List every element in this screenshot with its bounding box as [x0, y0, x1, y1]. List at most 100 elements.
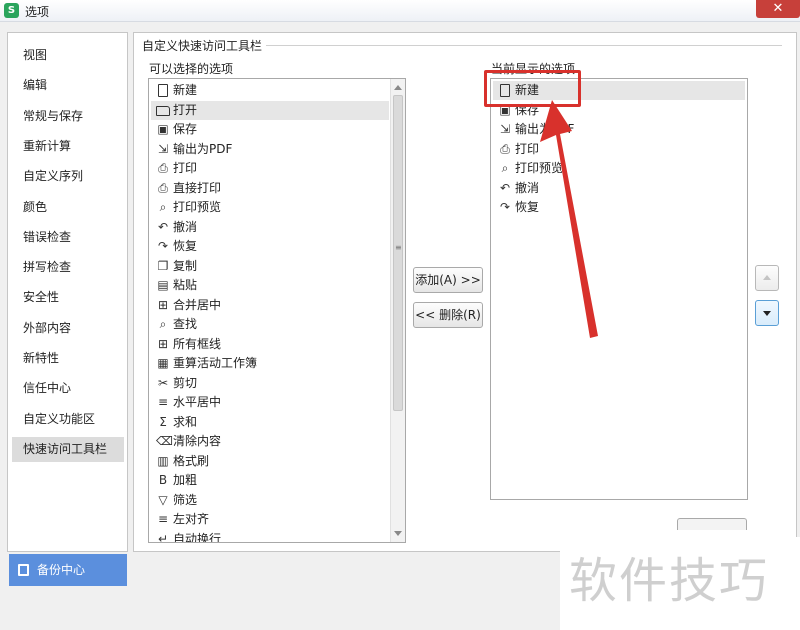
sidebar-item[interactable]: 常规与保存 — [12, 104, 124, 129]
list-item-label: 剪切 — [173, 375, 198, 390]
sidebar-nav: 视图编辑常规与保存重新计算自定义序列颜色错误检查拼写检查安全性外部内容新特性信任… — [7, 32, 128, 552]
sidebar-item[interactable]: 快速访问工具栏 — [12, 436, 124, 462]
format-painter-icon: ▥ — [157, 453, 169, 468]
move-down-button[interactable] — [755, 300, 779, 326]
list-item[interactable]: ✂ 剪切 — [151, 374, 389, 393]
list-item-label: 重算活动工作簿 — [173, 356, 258, 370]
sum-icon: Σ — [159, 414, 167, 429]
list-item-label: 恢复 — [173, 239, 198, 253]
list-item[interactable]: ⎙ 直接打印 — [151, 179, 389, 198]
list-item-label: 水平居中 — [173, 395, 222, 409]
undo-icon: ↶ — [499, 180, 511, 195]
scroll-grip-icon: ≡ — [395, 243, 402, 252]
wps-app-icon: S — [4, 3, 19, 18]
list-item[interactable]: ≡ 水平居中 — [151, 393, 389, 412]
list-item-label: 粘贴 — [173, 278, 198, 292]
list-item[interactable]: ↷ 恢复 — [493, 198, 745, 217]
sidebar-item[interactable]: 自定义功能区 — [12, 407, 124, 432]
list-item[interactable]: ⎙ 打印 — [151, 159, 389, 178]
list-item[interactable]: ⊞ 所有框线 — [151, 335, 389, 354]
list-item-label: 筛选 — [173, 492, 198, 507]
align-center-icon: ≡ — [157, 395, 169, 409]
clear-content-icon: ⌫ — [156, 434, 173, 448]
title-bar: S 选项 ✕ — [0, 0, 800, 22]
all-borders-icon: ⊞ — [157, 336, 169, 351]
backup-center-label: 备份中心 — [37, 563, 86, 577]
list-item[interactable]: ▥ 格式刷 — [151, 452, 389, 471]
sidebar-item[interactable]: 颜色 — [12, 195, 124, 220]
list-item[interactable]: ≡ 左对齐 — [151, 510, 389, 529]
add-button[interactable]: 添加(A) >> — [413, 267, 483, 293]
list-item-label: 打开 — [173, 102, 198, 117]
list-item[interactable]: ▦ 重算活动工作簿 — [151, 354, 389, 373]
paste-icon: ▤ — [157, 278, 169, 292]
copy-icon: ❐ — [157, 258, 169, 273]
sidebar-item[interactable]: 拼写检查 — [12, 255, 124, 280]
list-item[interactable]: ↷ 恢复 — [151, 237, 389, 256]
reset-button[interactable] — [677, 518, 747, 530]
export-pdf-icon: ⇲ — [157, 141, 169, 156]
list-item[interactable]: ⎙ 打印 — [493, 140, 745, 159]
list-item[interactable]: ⇲ 输出为PDF — [493, 120, 745, 139]
list-item[interactable]: ↶ 撤消 — [151, 218, 389, 237]
list-item[interactable]: ▤ 粘贴 — [151, 276, 389, 295]
scroll-thumb[interactable]: ≡ — [393, 95, 403, 411]
list-item[interactable]: ⌕ 查找 — [151, 315, 389, 334]
sidebar-item[interactable]: 新特性 — [12, 346, 124, 371]
list-item-label: 新建 — [173, 83, 198, 97]
list-item[interactable]: ⊞ 合并居中 — [151, 296, 389, 315]
highlight-box — [484, 70, 581, 107]
list-item-label: 输出为PDF — [173, 141, 233, 156]
list-item-label: 保存 — [173, 122, 198, 136]
list-item-label: 所有框线 — [173, 336, 222, 351]
sidebar-item[interactable]: 视图 — [12, 43, 124, 68]
list-item[interactable]: B 加粗 — [151, 471, 389, 490]
scroll-down-arrow-icon[interactable] — [394, 531, 402, 536]
list-item[interactable]: ↵ 自动换行 — [151, 530, 389, 543]
list-item[interactable]: ⌕ 打印预览 — [151, 198, 389, 217]
scroll-up-arrow-icon[interactable] — [394, 85, 402, 90]
save-icon: ▣ — [157, 122, 169, 136]
close-button[interactable]: ✕ — [756, 0, 800, 18]
list-item-label: 恢复 — [515, 200, 540, 214]
sidebar-item[interactable]: 自定义序列 — [12, 164, 124, 189]
move-up-button[interactable] — [755, 265, 779, 291]
list-item[interactable]: ▽ 筛选 — [151, 491, 389, 510]
print-preview-icon: ⌕ — [501, 161, 509, 175]
available-options-list[interactable]: 新建打开 ▣ 保存 ⇲ 输出为PDF ⎙ 打印 ⎙ 直接打印 ⌕ 打印预览 ↶ 撤消 ↷ 恢复 ❐ 复制 ▤ 粘贴 ⊞… — [148, 78, 406, 543]
list-item-label: 格式刷 — [173, 453, 210, 468]
sidebar-item[interactable]: 安全性 — [12, 285, 124, 310]
remove-button[interactable]: << 删除(R) — [413, 302, 483, 328]
list-item[interactable]: ⌕ 打印预览 — [493, 159, 745, 178]
list-item[interactable]: Σ 求和 — [151, 413, 389, 432]
list-item[interactable]: ↶ 撤消 — [493, 179, 745, 198]
cut-icon: ✂ — [157, 375, 169, 390]
list-item-label: 复制 — [173, 258, 198, 273]
export-pdf-icon: ⇲ — [499, 122, 511, 136]
list-item[interactable]: 新建 — [151, 81, 389, 100]
merge-center-icon: ⊞ — [157, 297, 169, 312]
watermark-text: 软件技巧 — [569, 553, 770, 609]
sidebar-item[interactable]: 信任中心 — [12, 376, 124, 401]
list-item[interactable]: ▣ 保存 — [151, 120, 389, 139]
sidebar-item[interactable]: 编辑 — [12, 73, 124, 98]
sidebar-item[interactable]: 外部内容 — [12, 316, 124, 341]
list-item-label: 打印 — [173, 161, 198, 175]
list-item[interactable]: ⌫ 清除内容 — [151, 432, 389, 451]
filter-icon: ▽ — [158, 492, 168, 507]
quick-access-panel: 自定义快速访问工具栏 可以选择的选项 当前显示的选项 新建 打开 ▣ 保存 ⇲ 输出为PD… — [133, 32, 797, 552]
available-list-scrollbar[interactable]: ≡ — [390, 79, 405, 542]
sidebar-item[interactable]: 错误检查 — [12, 225, 124, 250]
backup-center-button[interactable]: 备份中心 — [9, 554, 127, 586]
list-item-label: 撤消 — [515, 180, 540, 195]
current-options-list[interactable]: 新建 ▣ 保存 ⇲ 输出为PDF ⎙ 打印 ⌕ 打印预览 ↶ 撤消 ↷ 恢复 — [490, 78, 748, 500]
section-title: 自定义快速访问工具栏 — [142, 37, 267, 54]
backup-icon — [18, 564, 29, 576]
list-item[interactable]: ⇲ 输出为PDF — [151, 140, 389, 159]
list-item[interactable]: ❐ 复制 — [151, 257, 389, 276]
redo-icon: ↷ — [499, 200, 511, 214]
list-item[interactable]: 打开 — [151, 100, 389, 120]
wrap-text-icon: ↵ — [157, 531, 169, 543]
sidebar-item[interactable]: 重新计算 — [12, 134, 124, 159]
window-title: 选项 — [25, 5, 50, 19]
